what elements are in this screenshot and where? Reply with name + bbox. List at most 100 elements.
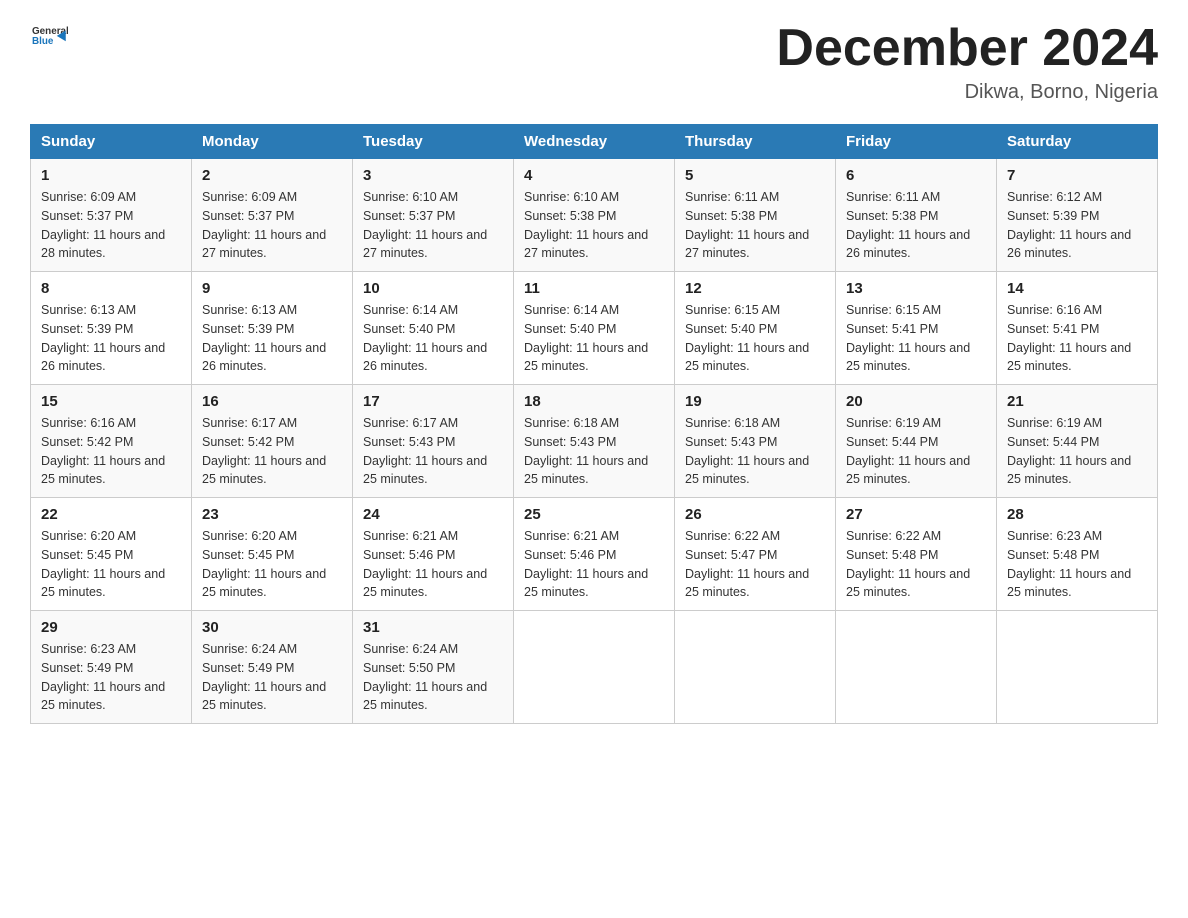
day-number: 6 (846, 167, 986, 184)
calendar-cell: 10 Sunrise: 6:14 AM Sunset: 5:40 PM Dayl… (353, 272, 514, 385)
calendar-cell: 16 Sunrise: 6:17 AM Sunset: 5:42 PM Dayl… (192, 385, 353, 498)
day-number: 30 (202, 619, 342, 636)
calendar-week-row: 22 Sunrise: 6:20 AM Sunset: 5:45 PM Dayl… (31, 498, 1158, 611)
day-info: Sunrise: 6:24 AM Sunset: 5:50 PM Dayligh… (363, 640, 503, 715)
day-info: Sunrise: 6:19 AM Sunset: 5:44 PM Dayligh… (846, 414, 986, 489)
calendar-cell: 2 Sunrise: 6:09 AM Sunset: 5:37 PM Dayli… (192, 159, 353, 272)
calendar-cell: 4 Sunrise: 6:10 AM Sunset: 5:38 PM Dayli… (514, 159, 675, 272)
calendar-cell: 23 Sunrise: 6:20 AM Sunset: 5:45 PM Dayl… (192, 498, 353, 611)
day-number: 10 (363, 280, 503, 297)
day-number: 27 (846, 506, 986, 523)
day-number: 12 (685, 280, 825, 297)
day-number: 2 (202, 167, 342, 184)
day-info: Sunrise: 6:24 AM Sunset: 5:49 PM Dayligh… (202, 640, 342, 715)
calendar-cell: 14 Sunrise: 6:16 AM Sunset: 5:41 PM Dayl… (997, 272, 1158, 385)
day-info: Sunrise: 6:22 AM Sunset: 5:47 PM Dayligh… (685, 527, 825, 602)
weekday-header-sunday: Sunday (31, 125, 192, 159)
day-info: Sunrise: 6:09 AM Sunset: 5:37 PM Dayligh… (41, 188, 181, 263)
day-info: Sunrise: 6:17 AM Sunset: 5:43 PM Dayligh… (363, 414, 503, 489)
day-info: Sunrise: 6:16 AM Sunset: 5:41 PM Dayligh… (1007, 301, 1147, 376)
day-info: Sunrise: 6:13 AM Sunset: 5:39 PM Dayligh… (202, 301, 342, 376)
day-info: Sunrise: 6:15 AM Sunset: 5:41 PM Dayligh… (846, 301, 986, 376)
calendar-cell: 12 Sunrise: 6:15 AM Sunset: 5:40 PM Dayl… (675, 272, 836, 385)
month-title: December 2024 (776, 20, 1158, 77)
calendar-table: SundayMondayTuesdayWednesdayThursdayFrid… (30, 124, 1158, 724)
calendar-cell: 31 Sunrise: 6:24 AM Sunset: 5:50 PM Dayl… (353, 611, 514, 724)
calendar-cell: 6 Sunrise: 6:11 AM Sunset: 5:38 PM Dayli… (836, 159, 997, 272)
calendar-cell: 18 Sunrise: 6:18 AM Sunset: 5:43 PM Dayl… (514, 385, 675, 498)
day-info: Sunrise: 6:16 AM Sunset: 5:42 PM Dayligh… (41, 414, 181, 489)
calendar-week-row: 1 Sunrise: 6:09 AM Sunset: 5:37 PM Dayli… (31, 159, 1158, 272)
day-info: Sunrise: 6:10 AM Sunset: 5:38 PM Dayligh… (524, 188, 664, 263)
calendar-cell: 8 Sunrise: 6:13 AM Sunset: 5:39 PM Dayli… (31, 272, 192, 385)
day-number: 20 (846, 393, 986, 410)
calendar-cell (997, 611, 1158, 724)
day-number: 18 (524, 393, 664, 410)
day-info: Sunrise: 6:18 AM Sunset: 5:43 PM Dayligh… (524, 414, 664, 489)
calendar-cell (514, 611, 675, 724)
day-number: 3 (363, 167, 503, 184)
day-number: 23 (202, 506, 342, 523)
day-number: 13 (846, 280, 986, 297)
day-info: Sunrise: 6:19 AM Sunset: 5:44 PM Dayligh… (1007, 414, 1147, 489)
location: Dikwa, Borno, Nigeria (776, 81, 1158, 104)
day-number: 8 (41, 280, 181, 297)
calendar-week-row: 8 Sunrise: 6:13 AM Sunset: 5:39 PM Dayli… (31, 272, 1158, 385)
calendar-cell: 29 Sunrise: 6:23 AM Sunset: 5:49 PM Dayl… (31, 611, 192, 724)
day-number: 7 (1007, 167, 1147, 184)
logo-icon: General Blue (32, 20, 68, 50)
calendar-cell: 5 Sunrise: 6:11 AM Sunset: 5:38 PM Dayli… (675, 159, 836, 272)
day-number: 24 (363, 506, 503, 523)
calendar-cell: 1 Sunrise: 6:09 AM Sunset: 5:37 PM Dayli… (31, 159, 192, 272)
calendar-cell: 15 Sunrise: 6:16 AM Sunset: 5:42 PM Dayl… (31, 385, 192, 498)
day-number: 4 (524, 167, 664, 184)
day-info: Sunrise: 6:14 AM Sunset: 5:40 PM Dayligh… (363, 301, 503, 376)
day-number: 15 (41, 393, 181, 410)
calendar-cell: 27 Sunrise: 6:22 AM Sunset: 5:48 PM Dayl… (836, 498, 997, 611)
day-info: Sunrise: 6:11 AM Sunset: 5:38 PM Dayligh… (685, 188, 825, 263)
calendar-cell: 25 Sunrise: 6:21 AM Sunset: 5:46 PM Dayl… (514, 498, 675, 611)
day-number: 1 (41, 167, 181, 184)
day-number: 25 (524, 506, 664, 523)
day-number: 28 (1007, 506, 1147, 523)
day-info: Sunrise: 6:23 AM Sunset: 5:49 PM Dayligh… (41, 640, 181, 715)
calendar-cell (836, 611, 997, 724)
day-info: Sunrise: 6:22 AM Sunset: 5:48 PM Dayligh… (846, 527, 986, 602)
day-info: Sunrise: 6:11 AM Sunset: 5:38 PM Dayligh… (846, 188, 986, 263)
calendar-cell: 21 Sunrise: 6:19 AM Sunset: 5:44 PM Dayl… (997, 385, 1158, 498)
calendar-cell (675, 611, 836, 724)
title-block: December 2024 Dikwa, Borno, Nigeria (776, 20, 1158, 104)
calendar-cell: 13 Sunrise: 6:15 AM Sunset: 5:41 PM Dayl… (836, 272, 997, 385)
day-info: Sunrise: 6:12 AM Sunset: 5:39 PM Dayligh… (1007, 188, 1147, 263)
calendar-cell: 24 Sunrise: 6:21 AM Sunset: 5:46 PM Dayl… (353, 498, 514, 611)
calendar-cell: 20 Sunrise: 6:19 AM Sunset: 5:44 PM Dayl… (836, 385, 997, 498)
day-number: 21 (1007, 393, 1147, 410)
calendar-cell: 11 Sunrise: 6:14 AM Sunset: 5:40 PM Dayl… (514, 272, 675, 385)
day-info: Sunrise: 6:13 AM Sunset: 5:39 PM Dayligh… (41, 301, 181, 376)
calendar-cell: 30 Sunrise: 6:24 AM Sunset: 5:49 PM Dayl… (192, 611, 353, 724)
day-info: Sunrise: 6:20 AM Sunset: 5:45 PM Dayligh… (41, 527, 181, 602)
day-info: Sunrise: 6:09 AM Sunset: 5:37 PM Dayligh… (202, 188, 342, 263)
day-info: Sunrise: 6:23 AM Sunset: 5:48 PM Dayligh… (1007, 527, 1147, 602)
calendar-cell: 19 Sunrise: 6:18 AM Sunset: 5:43 PM Dayl… (675, 385, 836, 498)
day-number: 9 (202, 280, 342, 297)
day-number: 19 (685, 393, 825, 410)
calendar-cell: 9 Sunrise: 6:13 AM Sunset: 5:39 PM Dayli… (192, 272, 353, 385)
calendar-cell: 28 Sunrise: 6:23 AM Sunset: 5:48 PM Dayl… (997, 498, 1158, 611)
logo: General Blue (30, 20, 68, 55)
day-number: 31 (363, 619, 503, 636)
weekday-header-row: SundayMondayTuesdayWednesdayThursdayFrid… (31, 125, 1158, 159)
calendar-cell: 7 Sunrise: 6:12 AM Sunset: 5:39 PM Dayli… (997, 159, 1158, 272)
day-number: 16 (202, 393, 342, 410)
weekday-header-monday: Monday (192, 125, 353, 159)
day-number: 26 (685, 506, 825, 523)
svg-text:Blue: Blue (32, 36, 54, 47)
weekday-header-tuesday: Tuesday (353, 125, 514, 159)
day-info: Sunrise: 6:21 AM Sunset: 5:46 PM Dayligh… (363, 527, 503, 602)
calendar-week-row: 29 Sunrise: 6:23 AM Sunset: 5:49 PM Dayl… (31, 611, 1158, 724)
day-info: Sunrise: 6:15 AM Sunset: 5:40 PM Dayligh… (685, 301, 825, 376)
weekday-header-thursday: Thursday (675, 125, 836, 159)
weekday-header-friday: Friday (836, 125, 997, 159)
calendar-cell: 17 Sunrise: 6:17 AM Sunset: 5:43 PM Dayl… (353, 385, 514, 498)
calendar-cell: 3 Sunrise: 6:10 AM Sunset: 5:37 PM Dayli… (353, 159, 514, 272)
